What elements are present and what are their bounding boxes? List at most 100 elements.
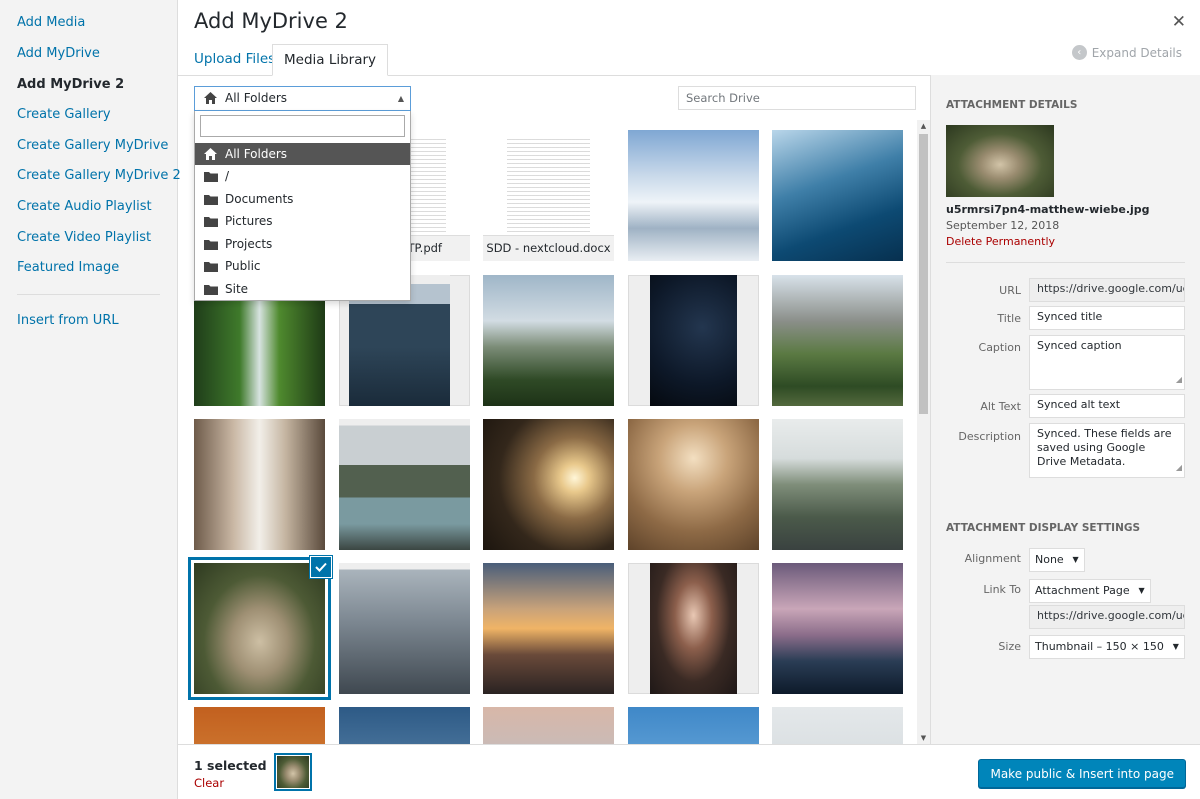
folder-select[interactable]: All Folders ▲: [194, 86, 411, 111]
description-field[interactable]: Synced. These fields are saved using Goo…: [1029, 423, 1185, 478]
clear-selection-link[interactable]: Clear: [194, 776, 224, 790]
close-icon[interactable]: ✕: [1172, 12, 1186, 32]
size-select[interactable]: Thumbnail – 150 × 150 ▼: [1029, 635, 1185, 659]
media-tile[interactable]: [483, 707, 614, 744]
alignment-value: None: [1035, 553, 1064, 566]
folder-option-projects[interactable]: Projects: [195, 233, 410, 255]
menu-item-add-mydrive[interactable]: Add MyDrive: [17, 46, 100, 61]
search-drive-input[interactable]: [678, 86, 916, 110]
folder-option-label: All Folders: [225, 147, 288, 161]
media-tile[interactable]: [628, 707, 759, 744]
media-tile-selected[interactable]: [194, 556, 332, 694]
caption-field[interactable]: Synced caption ◢: [1029, 335, 1185, 390]
media-tile[interactable]: [772, 563, 903, 694]
media-tile[interactable]: [339, 563, 470, 694]
size-value: Thumbnail – 150 × 150: [1035, 640, 1164, 653]
menu-separator: [17, 294, 160, 295]
menu-item-insert-from-url[interactable]: Insert from URL: [17, 313, 119, 328]
menu-item-create-video-playlist[interactable]: Create Video Playlist: [17, 230, 151, 245]
folder-icon: [204, 217, 218, 227]
attachment-details-heading: ATTACHMENT DETAILS: [946, 99, 1078, 111]
media-tile[interactable]: [628, 419, 759, 550]
folder-option-site[interactable]: Site: [195, 278, 410, 300]
caret-down-icon: ▼: [1138, 586, 1145, 595]
expand-details-label: Expand Details: [1091, 45, 1182, 60]
attachment-filename: u5rmrsi7pn4-matthew-wiebe.jpg: [946, 203, 1150, 216]
folder-option-label: Site: [225, 282, 249, 296]
sidebar-separator: [946, 262, 1185, 263]
description-value: Synced. These fields are saved using Goo…: [1037, 427, 1172, 468]
media-tile[interactable]: [339, 707, 470, 744]
attachment-details-sidebar: ATTACHMENT DETAILS u5rmrsi7pn4-matthew-w…: [930, 75, 1200, 744]
media-tile[interactable]: [339, 419, 470, 550]
alt-text-field[interactable]: Synced alt text: [1029, 394, 1185, 418]
media-tile[interactable]: [628, 275, 759, 406]
media-tile[interactable]: [772, 130, 903, 261]
tab-media-library[interactable]: Media Library: [272, 44, 389, 76]
alt-text-label: Alt Text: [980, 400, 1021, 413]
folder-icon: [204, 172, 218, 182]
link-url-field[interactable]: https://drive.google.com/uc?: [1029, 605, 1185, 629]
checkmark-icon[interactable]: [310, 556, 332, 578]
media-tile[interactable]: [194, 707, 325, 744]
url-field[interactable]: https://drive.google.com/uc?: [1029, 278, 1185, 302]
link-to-label: Link To: [983, 583, 1021, 596]
scrollbar-thumb[interactable]: [919, 134, 928, 414]
scroll-down-icon[interactable]: ▼: [917, 734, 930, 742]
folder-option-documents[interactable]: Documents: [195, 188, 410, 210]
folder-icon: [204, 240, 218, 250]
media-tile[interactable]: [194, 419, 325, 550]
expand-details-button[interactable]: ‹ Expand Details: [1071, 45, 1182, 60]
menu-item-add-mydrive-2[interactable]: Add MyDrive 2: [17, 77, 124, 92]
media-tile[interactable]: [772, 707, 903, 744]
media-toolbar: 1 selected Clear Make public & Insert in…: [178, 744, 1200, 799]
caret-up-icon: ▲: [397, 94, 404, 103]
menu-item-create-gallery-mydrive-2[interactable]: Create Gallery MyDrive 2: [17, 168, 181, 183]
menu-item-create-audio-playlist[interactable]: Create Audio Playlist: [17, 199, 152, 214]
folder-search-input[interactable]: [200, 115, 405, 137]
insert-into-page-button[interactable]: Make public & Insert into page: [978, 759, 1186, 788]
title-field[interactable]: Synced title: [1029, 306, 1185, 330]
menu-item-add-media[interactable]: Add Media: [17, 15, 85, 30]
media-tile[interactable]: [772, 275, 903, 406]
selection-count: 1 selected: [194, 758, 267, 773]
home-icon: [204, 148, 217, 160]
file-name: SDD - nextcloud.docx: [483, 235, 614, 261]
description-label: Description: [958, 430, 1021, 443]
grid-scrollbar[interactable]: ▲ ▼: [917, 120, 930, 744]
media-tile-document[interactable]: SDD - nextcloud.docx: [483, 130, 614, 261]
folder-option-label: Documents: [225, 192, 294, 206]
media-menu: Add Media Add MyDrive Add MyDrive 2 Crea…: [0, 0, 181, 799]
menu-item-create-gallery[interactable]: Create Gallery: [17, 107, 111, 122]
attachment-thumbnail: [946, 125, 1054, 197]
media-tile[interactable]: [628, 563, 759, 694]
alignment-select[interactable]: None ▼: [1029, 548, 1085, 572]
media-tile[interactable]: [483, 419, 614, 550]
alignment-label: Alignment: [964, 552, 1021, 565]
modal-title: Add MyDrive 2: [194, 9, 348, 33]
menu-item-create-gallery-mydrive[interactable]: Create Gallery MyDrive: [17, 138, 168, 153]
home-icon: [204, 92, 217, 104]
media-tile[interactable]: [483, 275, 614, 406]
resize-handle-icon[interactable]: ◢: [1176, 373, 1182, 387]
tab-upload-files[interactable]: Upload Files: [183, 44, 286, 76]
folder-option-all-folders[interactable]: All Folders: [195, 143, 410, 165]
folder-option-pictures[interactable]: Pictures: [195, 210, 410, 232]
folder-option-label: Projects: [225, 237, 273, 251]
link-to-select[interactable]: Attachment Page ▼: [1029, 579, 1151, 603]
media-tile[interactable]: [483, 563, 614, 694]
caption-value: Synced caption: [1037, 339, 1122, 352]
folder-option-label: Public: [225, 259, 261, 273]
media-tile[interactable]: [628, 130, 759, 261]
scroll-up-icon[interactable]: ▲: [917, 122, 930, 130]
folder-icon: [204, 195, 218, 205]
folder-option-root[interactable]: /: [195, 165, 410, 187]
delete-permanently-link[interactable]: Delete Permanently: [946, 235, 1055, 248]
display-settings-heading: ATTACHMENT DISPLAY SETTINGS: [946, 522, 1141, 534]
media-tile[interactable]: [772, 419, 903, 550]
resize-handle-icon[interactable]: ◢: [1176, 461, 1182, 475]
folder-option-public[interactable]: Public: [195, 255, 410, 277]
menu-item-featured-image[interactable]: Featured Image: [17, 260, 119, 275]
selected-thumbnail[interactable]: [274, 753, 312, 791]
attachment-date: September 12, 2018: [946, 219, 1060, 232]
